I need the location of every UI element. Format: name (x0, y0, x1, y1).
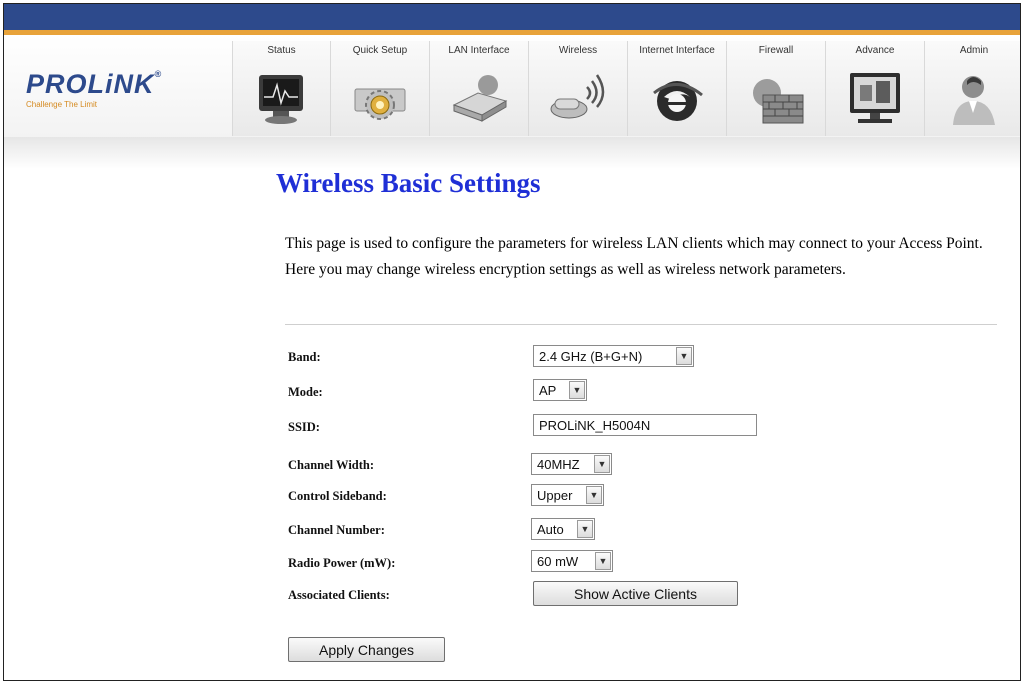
ssid-input[interactable] (533, 414, 757, 436)
chevron-down-icon: ▼ (676, 347, 692, 365)
chevron-down-icon: ▼ (569, 381, 585, 399)
divider (285, 324, 997, 325)
page-description: This page is used to configure the param… (285, 235, 983, 278)
mode-label: Mode: (288, 385, 323, 399)
channel-width-label: Channel Width: (288, 458, 375, 472)
radio-power-select[interactable]: 60 mW ▼ (531, 550, 613, 572)
show-active-clients-button[interactable]: Show Active Clients (533, 581, 738, 606)
chevron-down-icon: ▼ (586, 486, 602, 504)
band-value: 2.4 GHz (B+G+N) (539, 348, 643, 364)
control-sideband-value: Upper (537, 487, 573, 503)
control-sideband-label: Control Sideband: (288, 489, 387, 503)
chevron-down-icon: ▼ (594, 455, 610, 473)
band-select[interactable]: 2.4 GHz (B+G+N) ▼ (533, 345, 694, 367)
radio-power-value: 60 mW (537, 553, 579, 569)
channel-number-select[interactable]: Auto ▼ (531, 518, 595, 540)
mode-select[interactable]: AP ▼ (533, 379, 587, 401)
main-content: Wireless Basic Settings This page is use… (0, 0, 1027, 685)
ssid-label: SSID: (288, 420, 320, 434)
channel-number-value: Auto (537, 521, 564, 537)
chevron-down-icon: ▼ (577, 520, 593, 538)
control-sideband-select[interactable]: Upper ▼ (531, 484, 604, 506)
band-label: Band: (288, 350, 321, 364)
channel-number-label: Channel Number: (288, 523, 385, 537)
mode-value: AP (539, 382, 557, 398)
channel-width-value: 40MHZ (537, 456, 580, 472)
apply-changes-button[interactable]: Apply Changes (288, 637, 445, 662)
page-title: Wireless Basic Settings (276, 168, 541, 198)
radio-power-label: Radio Power (mW): (288, 556, 396, 570)
channel-width-select[interactable]: 40MHZ ▼ (531, 453, 612, 475)
chevron-down-icon: ▼ (595, 552, 611, 570)
associated-clients-label: Associated Clients: (288, 588, 390, 602)
